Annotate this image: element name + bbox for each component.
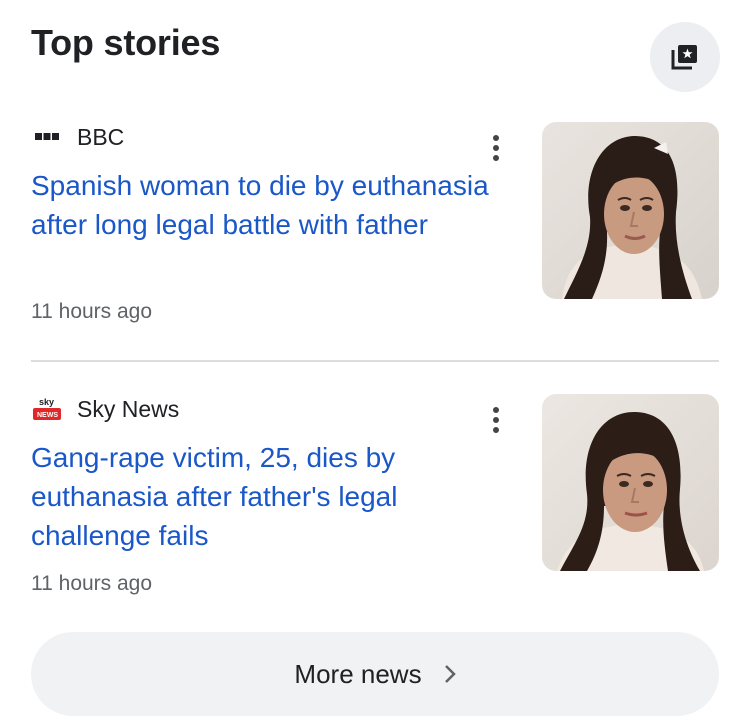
story-thumbnail[interactable] bbox=[542, 122, 719, 299]
woman-portrait-image bbox=[542, 122, 719, 299]
story-source: BBC bbox=[31, 120, 124, 154]
story-thumbnail[interactable] bbox=[542, 394, 719, 571]
source-name: Sky News bbox=[77, 395, 180, 422]
more-news-button[interactable]: More news bbox=[31, 632, 719, 716]
story-headline-link[interactable]: Gang-rape victim, 25, dies by euthanasia… bbox=[31, 438, 501, 555]
svg-text:NEWS: NEWS bbox=[37, 412, 58, 419]
story-menu-button[interactable] bbox=[483, 128, 509, 168]
more-news-label: More news bbox=[294, 658, 422, 689]
bookmark-star-icon bbox=[671, 45, 697, 70]
story-timestamp: 11 hours ago bbox=[31, 300, 153, 323]
story-card[interactable]: BBC Spanish woman to die by euthanasia a… bbox=[31, 120, 719, 340]
story-headline-link[interactable]: Spanish woman to die by euthanasia after… bbox=[31, 166, 501, 244]
more-vert-icon bbox=[493, 407, 499, 433]
source-name: BBC bbox=[77, 123, 125, 150]
story-menu-button[interactable] bbox=[483, 400, 509, 440]
chevron-right-icon bbox=[444, 664, 456, 684]
divider bbox=[31, 360, 719, 362]
story-timestamp: 11 hours ago bbox=[31, 572, 153, 595]
save-stories-button[interactable] bbox=[650, 22, 720, 92]
story-card[interactable]: sky NEWS Sky News Gang-rape victim, 25, … bbox=[31, 392, 719, 612]
more-vert-icon bbox=[493, 135, 499, 161]
woman-portrait-image bbox=[542, 394, 719, 571]
sky-news-logo-icon: sky NEWS bbox=[31, 393, 63, 425]
svg-text:sky: sky bbox=[39, 397, 54, 407]
story-source: sky NEWS Sky News bbox=[31, 392, 179, 426]
section-title: Top stories bbox=[31, 22, 221, 63]
bbc-logo-icon bbox=[31, 121, 63, 153]
